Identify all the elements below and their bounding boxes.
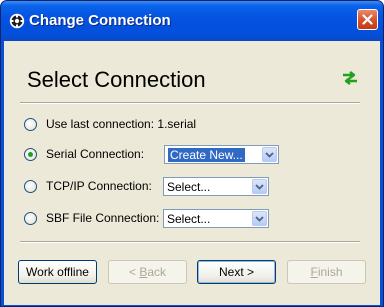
option-sbf-file[interactable]: SBF File Connection: <box>24 208 159 228</box>
window-title: Change Connection <box>29 12 171 29</box>
dialog-body: Select Connection Use last connection: 1… <box>4 41 380 305</box>
option-label: Serial Connection: <box>46 147 145 161</box>
title-bar[interactable]: Change Connection <box>1 1 383 41</box>
close-icon <box>362 14 373 25</box>
radio-last-connection[interactable] <box>24 117 37 131</box>
option-serial[interactable]: Serial Connection: <box>24 144 144 164</box>
chevron-down-icon <box>255 215 264 222</box>
back-mnemonic: B <box>139 265 148 279</box>
radio-sbf-file[interactable] <box>24 211 37 225</box>
radio-serial[interactable] <box>24 147 37 161</box>
sbf-file-select[interactable]: Select... <box>163 209 269 228</box>
select-value: Select... <box>167 211 211 226</box>
option-label: TCP/IP Connection: <box>46 179 152 193</box>
work-offline-button[interactable]: Work offline <box>18 260 97 284</box>
chevron-down-icon <box>265 151 274 158</box>
radio-tcpip[interactable] <box>24 179 37 193</box>
separator-top <box>20 102 360 104</box>
finish-rest: inish <box>317 265 343 279</box>
next-button[interactable]: Next > <box>197 260 276 284</box>
tcpip-select[interactable]: Select... <box>163 177 269 196</box>
option-tcpip[interactable]: TCP/IP Connection: <box>24 176 152 196</box>
page-title: Select Connection <box>27 67 206 92</box>
select-value: Select... <box>167 179 211 194</box>
chevron-down-icon <box>255 183 264 190</box>
separator-bottom <box>20 241 360 243</box>
dropdown-button[interactable] <box>262 147 277 162</box>
option-last-connection[interactable]: Use last connection: 1.serial <box>24 114 196 134</box>
serial-select[interactable]: Create New... <box>164 145 279 164</box>
dropdown-button[interactable] <box>252 211 267 226</box>
dialog-window: Change Connection Select Connection Use … <box>0 0 384 307</box>
select-value: Create New... <box>168 147 245 162</box>
back-prefix: < <box>128 265 140 279</box>
app-cog-icon <box>9 13 25 29</box>
back-button[interactable]: < Back <box>108 260 187 284</box>
green-arrows-icon <box>343 71 357 85</box>
finish-button[interactable]: Finish <box>287 260 366 284</box>
close-button[interactable] <box>357 9 378 30</box>
option-label: SBF File Connection: <box>46 211 160 225</box>
back-rest: ack <box>147 265 167 279</box>
finish-mnemonic: F <box>310 265 318 279</box>
option-label: Use last connection: 1.serial <box>46 117 197 131</box>
dropdown-button[interactable] <box>252 179 267 194</box>
